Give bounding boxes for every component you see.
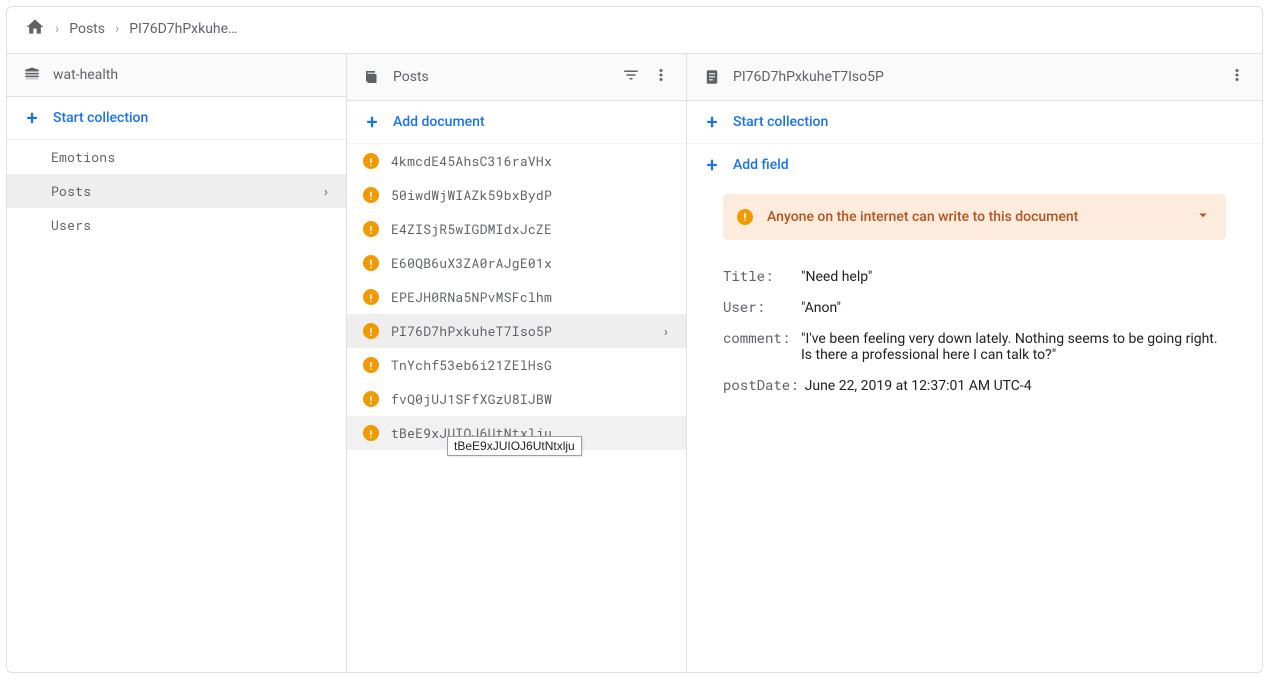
warning-icon: ! (363, 357, 379, 373)
collection-item[interactable]: Users (7, 208, 346, 242)
collection-icon (363, 68, 381, 86)
field-value: Need help (801, 269, 872, 285)
field-key: postDate (723, 375, 799, 394)
link-label: Add field (733, 157, 789, 173)
document-item[interactable]: ! TnYchf53eb6i21ZElHsG (347, 348, 686, 382)
breadcrumb-item[interactable]: PI76D7hPxkuhe… (129, 21, 237, 37)
home-icon[interactable] (25, 17, 45, 41)
breadcrumb: › Posts › PI76D7hPxkuhe… (7, 7, 1262, 53)
pane-title: PI76D7hPxkuheT7Iso5P (733, 69, 1216, 85)
warning-text: Anyone on the internet can write to this… (767, 209, 1180, 225)
filter-icon[interactable] (622, 66, 640, 88)
document-item[interactable]: ! 50iwdWjWIAZk59bxBydP (347, 178, 686, 212)
pane-collection: Posts + Add document ! 4kmcdE45AhsC316raV… (347, 54, 687, 672)
document-id: E4ZISjR5wIGDMIdxJcZE (391, 220, 552, 238)
warning-icon: ! (363, 153, 379, 169)
tooltip: tBeE9xJUIOJ6UtNtxlju (447, 436, 582, 456)
security-warning-banner[interactable]: ! Anyone on the internet can write to th… (723, 194, 1226, 240)
breadcrumb-item[interactable]: Posts (69, 21, 105, 37)
document-item[interactable]: ! fvQ0jUJ1SFfXGzU8IJBW (347, 382, 686, 416)
document-icon (703, 68, 721, 86)
start-collection-button[interactable]: + Start collection (687, 101, 1262, 144)
document-item[interactable]: ! PI76D7hPxkuheT7Iso5P › (347, 314, 686, 348)
chevron-right-icon: › (662, 322, 670, 340)
add-field-button[interactable]: + Add field (687, 144, 1262, 186)
warning-icon: ! (363, 323, 379, 339)
collection-item[interactable]: Posts› (7, 174, 346, 208)
pane-header: Posts (347, 54, 686, 101)
field-value: June 22, 2019 at 12:37:01 AM UTC-4 (805, 378, 1032, 394)
add-document-button[interactable]: + Add document (347, 101, 686, 144)
warning-icon: ! (363, 255, 379, 271)
pane-title: Posts (393, 69, 610, 85)
field-row[interactable]: User Anon (723, 291, 1226, 322)
pane-root: wat-health + Start collection EmotionsPo… (7, 54, 347, 672)
field-row[interactable]: postDate June 22, 2019 at 12:37:01 AM UTC… (723, 369, 1226, 400)
database-icon (23, 66, 41, 84)
document-list: ! 4kmcdE45AhsC316raVHx! 50iwdWjWIAZk59bxBy… (347, 144, 686, 672)
chevron-down-icon[interactable] (1194, 206, 1212, 228)
panes: wat-health + Start collection EmotionsPo… (7, 53, 1262, 672)
warning-icon: ! (363, 221, 379, 237)
pane-header: wat-health (7, 54, 346, 97)
field-key: User (723, 297, 795, 316)
link-label: Add document (393, 114, 485, 130)
warning-icon: ! (363, 187, 379, 203)
collection-item[interactable]: Emotions (7, 140, 346, 174)
chevron-right-icon: › (322, 182, 330, 200)
document-id: 4kmcdE45AhsC316raVHx (391, 152, 552, 170)
more-vert-icon[interactable] (652, 66, 670, 88)
document-item[interactable]: ! E4ZISjR5wIGDMIdxJcZE (347, 212, 686, 246)
chevron-right-icon: › (115, 21, 119, 37)
firestore-data-frame: › Posts › PI76D7hPxkuhe… wat-health + St… (6, 6, 1263, 673)
pane-title: wat-health (53, 67, 330, 83)
warning-icon: ! (363, 289, 379, 305)
plus-icon: + (363, 113, 381, 131)
pane-document: PI76D7hPxkuheT7Iso5P + Start collection … (687, 54, 1262, 672)
document-id: TnYchf53eb6i21ZElHsG (391, 356, 552, 374)
field-row[interactable]: comment I've been feeling very down latel… (723, 322, 1226, 369)
document-id: PI76D7hPxkuheT7Iso5P (391, 322, 552, 340)
document-id: 50iwdWjWIAZk59bxBydP (391, 186, 552, 204)
field-row[interactable]: Title Need help (723, 260, 1226, 291)
document-id: fvQ0jUJ1SFfXGzU8IJBW (391, 390, 552, 408)
pane-header: PI76D7hPxkuheT7Iso5P (687, 54, 1262, 101)
document-id: EPEJH0RNa5NPvMSFclhm (391, 288, 552, 306)
link-label: Start collection (733, 114, 828, 130)
document-item[interactable]: ! E60QB6uX3ZA0rAJgE01x (347, 246, 686, 280)
field-value: I've been feeling very down lately. Noth… (801, 331, 1226, 363)
document-item[interactable]: ! EPEJH0RNa5NPvMSFclhm (347, 280, 686, 314)
more-vert-icon[interactable] (1228, 66, 1246, 88)
warning-icon: ! (363, 391, 379, 407)
plus-icon: + (703, 156, 721, 174)
document-id: E60QB6uX3ZA0rAJgE01x (391, 254, 552, 272)
plus-icon: + (23, 109, 41, 127)
warning-icon: ! (363, 425, 379, 441)
warning-icon: ! (737, 209, 753, 225)
field-key: Title (723, 266, 795, 285)
link-label: Start collection (53, 110, 148, 126)
document-item[interactable]: ! 4kmcdE45AhsC316raVHx (347, 144, 686, 178)
plus-icon: + (703, 113, 721, 131)
document-fields: Title Need help User Anon comment I've been f… (687, 252, 1262, 408)
start-collection-button[interactable]: + Start collection (7, 97, 346, 140)
field-value: Anon (801, 300, 841, 316)
collection-list: EmotionsPosts›Users (7, 140, 346, 672)
field-key: comment (723, 328, 795, 347)
chevron-right-icon: › (55, 21, 59, 37)
